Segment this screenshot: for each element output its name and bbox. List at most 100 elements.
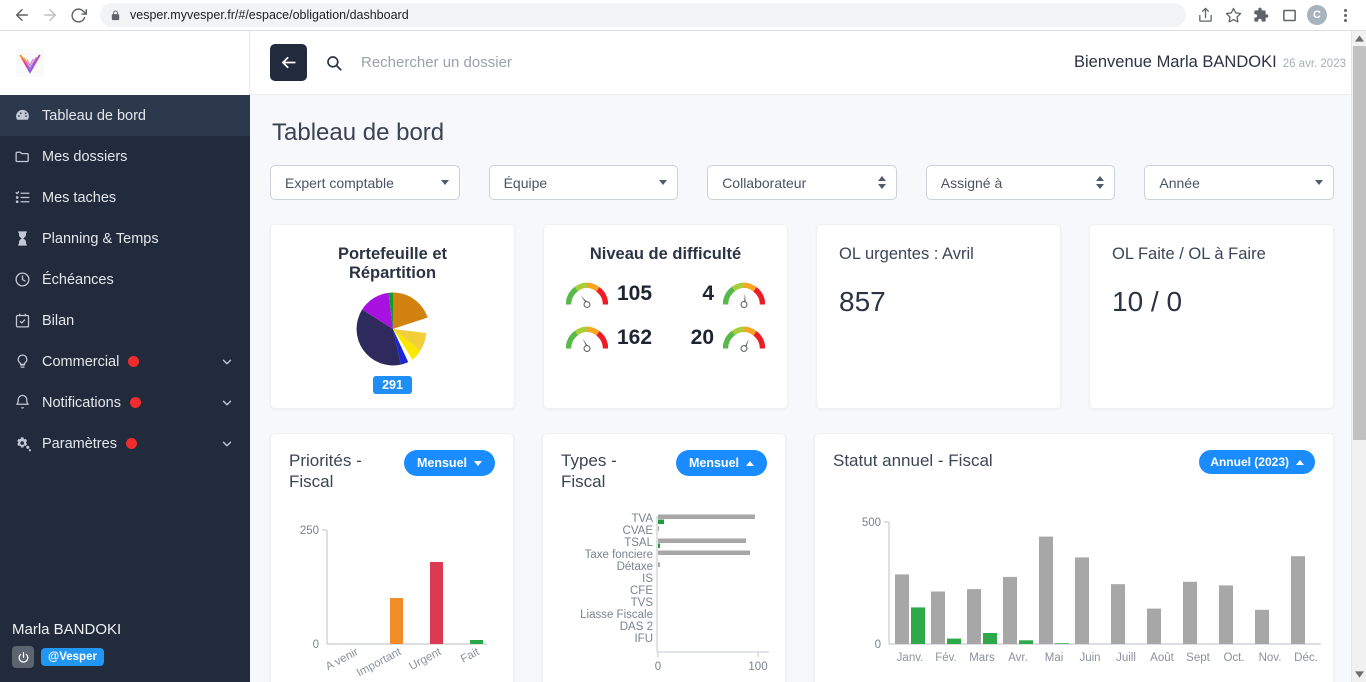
chevron-down-icon[interactable] xyxy=(220,396,234,410)
gauge-item: 20 xyxy=(666,324,765,352)
sidebar-item-commercial[interactable]: Commercial xyxy=(0,341,250,382)
scroll-down-arrow-icon[interactable] xyxy=(1352,667,1366,682)
svg-text:TVA: TVA xyxy=(631,513,653,525)
sidebar: Tableau de bord Mes dossiers Mes taches xyxy=(0,31,250,682)
lock-icon xyxy=(110,9,121,22)
chevron-down-icon[interactable] xyxy=(220,437,234,451)
sidebar-item-mes-dossiers[interactable]: Mes dossiers xyxy=(0,136,250,177)
gauge-icon xyxy=(566,326,608,352)
chart-title: Priorités - Fiscal xyxy=(289,451,362,492)
svg-text:100: 100 xyxy=(748,661,767,673)
dashboard-gauge-icon xyxy=(14,107,42,124)
pie-chart-wrap: 291 xyxy=(293,291,492,394)
address-bar[interactable]: vesper.myvesper.fr/#/espace/obligation/d… xyxy=(100,3,1186,27)
svg-text:Taxe fonciere: Taxe fonciere xyxy=(585,549,653,561)
spinner-arrows-icon xyxy=(1096,176,1105,189)
page-scrollbar[interactable] xyxy=(1351,31,1366,682)
priorites-fiscal-chart: 250 0 A venir Important Urgent Fait xyxy=(300,525,487,680)
sidebar-item-planning-temps[interactable]: Planning & Temps xyxy=(0,218,250,259)
side-panel-icon[interactable] xyxy=(1276,2,1302,28)
gauge-value: 20 xyxy=(690,326,714,349)
back-arrow-icon[interactable] xyxy=(8,1,36,29)
sidebar-item-tableau-de-bord[interactable]: Tableau de bord xyxy=(0,95,250,136)
svg-text:500: 500 xyxy=(862,517,881,529)
bell-icon xyxy=(14,394,42,411)
gauge-grid: 105 4 162 20 xyxy=(566,280,765,352)
statut-annuel-fiscal-chart: 500 0 Janv. Fév. Mars Avr. Mai Juin Juil… xyxy=(862,517,1321,664)
portefeuille-pie-chart xyxy=(356,292,428,366)
card-statut-annuel-fiscal: Statut annuel - Fiscal Annuel (2023) 500… xyxy=(814,433,1334,682)
svg-text:DAS 2: DAS 2 xyxy=(620,621,653,633)
scroll-up-arrow-icon[interactable] xyxy=(1352,31,1366,46)
card-niveau-difficulte: Niveau de difficulté 105 4 162 20 xyxy=(543,224,788,409)
sidebar-item-label: Échéances xyxy=(42,271,114,288)
sidebar-item-label: Commercial xyxy=(42,353,120,370)
hourglass-icon xyxy=(14,230,42,247)
filter-annee[interactable]: Année xyxy=(1144,165,1334,200)
avatar[interactable]: C xyxy=(1304,2,1330,28)
svg-text:TVS: TVS xyxy=(631,597,654,609)
search-input[interactable] xyxy=(361,54,781,71)
card-value: 857 xyxy=(839,286,886,317)
filter-collaborateur[interactable]: Collaborateur xyxy=(707,165,897,200)
reload-icon[interactable] xyxy=(64,1,92,29)
svg-text:CVAE: CVAE xyxy=(623,525,654,537)
sidebar-item-notifications[interactable]: Notifications xyxy=(0,382,250,423)
forward-arrow-icon[interactable] xyxy=(36,1,64,29)
svg-text:Fait: Fait xyxy=(459,646,482,666)
pill-label: Annuel (2023) xyxy=(1210,455,1289,469)
gauge-item: 105 xyxy=(566,280,666,308)
card-title: OL urgentes : Avril xyxy=(839,245,974,263)
three-dots-icon[interactable] xyxy=(1332,2,1358,28)
puzzle-icon[interactable] xyxy=(1248,2,1274,28)
svg-text:Détaxe: Détaxe xyxy=(617,561,653,573)
vesper-tag[interactable]: @Vesper xyxy=(41,648,104,666)
card-title: OL Faite / OL à Faire xyxy=(1112,245,1266,263)
scrollbar-thumb[interactable] xyxy=(1353,46,1366,440)
filter-assigne-a[interactable]: Assigné à xyxy=(925,165,1116,200)
lightbulb-icon xyxy=(14,353,42,370)
sidebar-item-parametres[interactable]: Paramètres xyxy=(0,423,250,464)
caret-down-icon xyxy=(474,460,482,466)
filter-value: Année xyxy=(1159,174,1200,191)
filter-expert-comptable[interactable]: Expert comptable xyxy=(270,165,460,200)
filter-equipe[interactable]: Équipe xyxy=(488,165,679,200)
gears-icon xyxy=(14,435,42,453)
svg-text:Important: Important xyxy=(355,646,404,680)
sidebar-item-mes-taches[interactable]: Mes taches xyxy=(0,177,250,218)
card-title: Portefeuille et Répartition xyxy=(337,245,448,282)
power-icon[interactable] xyxy=(12,646,34,668)
star-icon[interactable] xyxy=(1220,2,1246,28)
sidebar-item-echeances[interactable]: Échéances xyxy=(0,259,250,300)
gauge-icon xyxy=(723,326,765,352)
notification-dot-badge xyxy=(125,438,137,449)
svg-text:0: 0 xyxy=(655,661,661,673)
search-icon[interactable] xyxy=(325,54,343,72)
svg-text:250: 250 xyxy=(300,525,319,537)
pie-total-badge: 291 xyxy=(373,376,412,394)
task-list-icon xyxy=(14,189,42,206)
svg-text:0: 0 xyxy=(313,639,319,651)
share-icon[interactable] xyxy=(1192,2,1218,28)
period-dropdown-annuel[interactable]: Annuel (2023) xyxy=(1199,450,1315,474)
period-dropdown-mensuel[interactable]: Mensuel xyxy=(403,450,495,476)
chart-header: Statut annuel - Fiscal Annuel (2023) xyxy=(833,450,1315,474)
card-ol-faite-a-faire: OL Faite / OL à Faire 10 / 0 xyxy=(1089,224,1334,409)
topbar: Bienvenue Marla BANDOKI 26 avr. 2023 xyxy=(250,31,1366,95)
vesper-logo[interactable] xyxy=(16,49,44,77)
spinner-arrows-icon xyxy=(877,176,886,189)
logo-area xyxy=(0,31,250,95)
chevron-down-icon[interactable] xyxy=(220,355,234,369)
profile-initial: C xyxy=(1307,5,1327,25)
filter-row: Expert comptable Équipe Collaborateur As… xyxy=(270,165,1334,200)
period-dropdown-mensuel[interactable]: Mensuel xyxy=(675,450,767,476)
card-portefeuille: Portefeuille et Répartition 291 xyxy=(270,224,515,409)
card-value: 10 / 0 xyxy=(1112,286,1183,317)
sidebar-item-label: Paramètres xyxy=(42,435,117,452)
notification-dot-badge xyxy=(128,356,140,367)
sidebar-item-label: Mes taches xyxy=(42,189,117,206)
sidebar-item-bilan[interactable]: Bilan xyxy=(0,300,250,341)
caret-up-icon xyxy=(1296,459,1304,465)
back-button[interactable] xyxy=(270,44,307,81)
clock-icon xyxy=(14,271,42,288)
